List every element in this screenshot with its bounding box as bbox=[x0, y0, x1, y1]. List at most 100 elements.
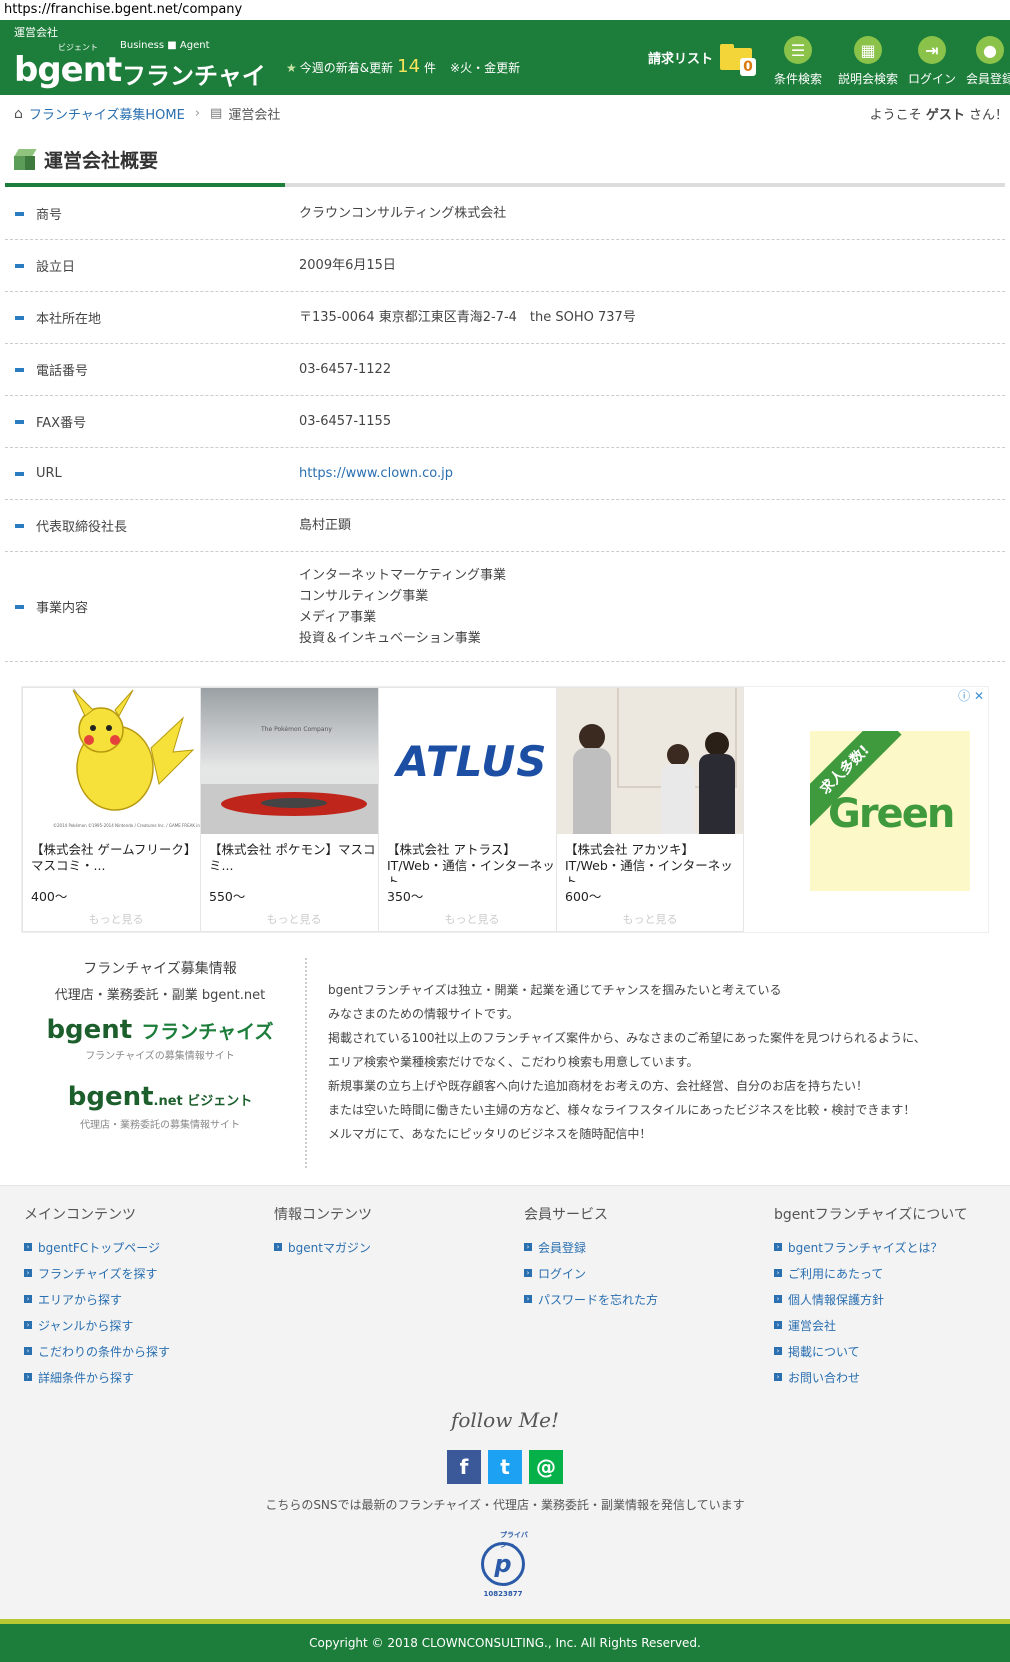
green-wordmark: Green bbox=[828, 791, 955, 837]
footer-link[interactable]: › 個人情報保護方針 bbox=[774, 1286, 1010, 1312]
weekly-news: ★ 今週の新着&更新 14 件 ※火・金更新 bbox=[286, 56, 520, 77]
logo-business-agent: Business ■ Agent bbox=[120, 40, 210, 51]
ad-title: 【株式会社 ゲームフリーク】マスコミ・... bbox=[31, 842, 197, 873]
footer-link[interactable]: › 会員登録 bbox=[524, 1234, 764, 1260]
table-row: 商号 クラウンコンサルティング株式会社 bbox=[5, 188, 1005, 240]
image-caption: The Pokémon Company bbox=[261, 726, 332, 733]
company-url-link[interactable]: https://www.clown.co.jp bbox=[299, 466, 453, 481]
bullet-icon bbox=[15, 523, 24, 528]
address-bar[interactable]: https://franchise.bgent.net/company bbox=[0, 0, 1010, 20]
ad-more-link[interactable]: もっと見る bbox=[23, 911, 209, 927]
document-icon: ▤ bbox=[210, 106, 223, 121]
ad-card[interactable]: 【株式会社 アカツキ】IT/Web・通信・インターネット... 600〜 もっと… bbox=[556, 687, 744, 932]
twitter-icon[interactable]: t bbox=[488, 1450, 522, 1484]
login-icon: ⇥ bbox=[918, 36, 946, 64]
arrow-icon: › bbox=[774, 1321, 782, 1329]
follow-heading: follow Me! bbox=[450, 1408, 560, 1432]
row-key: FAX番号 bbox=[36, 416, 87, 431]
arrow-icon: › bbox=[24, 1295, 32, 1303]
facebook-icon[interactable]: f bbox=[447, 1450, 481, 1484]
row-key: 電話番号 bbox=[36, 364, 89, 379]
about-line: 掲載されている100社以上のフランチャイズ案件から、みなさまのご希望にあった案件… bbox=[328, 1031, 926, 1045]
row-key: 商号 bbox=[36, 208, 63, 223]
nav-register[interactable]: ● 会員登録 bbox=[958, 36, 1010, 87]
job-ads: ©2014 Pokémon ©1995-2014 Nintendo / Crea… bbox=[21, 686, 989, 933]
bgent-franchise-logo[interactable]: bgent フランチャイズ bbox=[30, 1015, 290, 1045]
mail-icon[interactable]: @ bbox=[529, 1450, 563, 1484]
footer-link[interactable]: › ログイン bbox=[524, 1260, 764, 1286]
footer-link[interactable]: › お問い合わせ bbox=[774, 1364, 1010, 1390]
copyright-bar: Copyright © 2018 CLOWNCONSULTING., Inc. … bbox=[0, 1619, 1010, 1662]
ad-card[interactable]: The Pokémon Company 【株式会社 ポケモン】マスコミ... 5… bbox=[200, 687, 388, 932]
ad-card[interactable]: ATLUS 【株式会社 アトラス】IT/Web・通信・インターネット... 35… bbox=[378, 687, 566, 932]
ad-more-link[interactable]: もっと見る bbox=[201, 911, 387, 927]
nav-label: ログイン bbox=[907, 72, 956, 86]
footer-link[interactable]: › bgentFCトップページ bbox=[24, 1234, 264, 1260]
nav-login[interactable]: ⇥ ログイン bbox=[900, 36, 964, 87]
row-value: 〒135-0064 東京都江東区青海2-7-4 the SOHO 737号 bbox=[299, 310, 636, 325]
atlus-logo-image: ATLUS bbox=[379, 688, 565, 834]
footer-link[interactable]: › フランチャイズを探す bbox=[24, 1260, 264, 1286]
ad-title: 【株式会社 アトラス】IT/Web・通信・インターネット... bbox=[387, 842, 555, 882]
footer-column-title: 会員サービス bbox=[524, 1207, 608, 1223]
site-footer: メインコンテンツ › bgentFCトップページ › フランチャイズを探す › エリア… bbox=[0, 1185, 1010, 1619]
footer-link[interactable]: › パスワードを忘れた方 bbox=[524, 1286, 764, 1312]
logo-main: bgent bbox=[14, 50, 122, 90]
bullet-icon bbox=[15, 367, 24, 372]
about-line: エリア検索や業種検索だけでなく、こだわり検索も用意しています。 bbox=[328, 1055, 699, 1069]
home-icon: ⌂ bbox=[14, 105, 23, 122]
footer-link[interactable]: › ジャンルから探す bbox=[24, 1312, 264, 1338]
arrow-icon: › bbox=[774, 1269, 782, 1277]
breadcrumb-home[interactable]: フランチャイズ募集HOME bbox=[29, 104, 185, 123]
atlus-wordmark: ATLUS bbox=[396, 736, 548, 786]
image-caption: ©2014 Pokémon ©1995-2014 Nintendo / Crea… bbox=[53, 823, 204, 828]
footer-link[interactable]: › ご利用にあたって bbox=[774, 1260, 1010, 1286]
page-title-text: 運営会社概要 bbox=[44, 150, 159, 172]
footer-link[interactable]: › 詳細条件から探す bbox=[24, 1364, 264, 1390]
arrow-icon: › bbox=[24, 1321, 32, 1329]
table-row: 設立日 2009年6月15日 bbox=[5, 240, 1005, 292]
row-key: 設立日 bbox=[36, 260, 76, 275]
logo-main: bgent bbox=[67, 1082, 154, 1112]
breadcrumb: ⌂ フランチャイズ募集HOME › ▤ 運営会社 bbox=[14, 104, 280, 124]
ad-card[interactable]: ©2014 Pokémon ©1995-2014 Nintendo / Crea… bbox=[22, 687, 210, 932]
bullet-icon bbox=[15, 315, 24, 320]
ad-more-link[interactable]: もっと見る bbox=[557, 911, 743, 927]
footer-link[interactable]: › こだわりの条件から探す bbox=[24, 1338, 264, 1364]
business-line: 投資＆インキュベーション事業 bbox=[299, 630, 481, 646]
bullet-icon bbox=[15, 419, 24, 424]
green-ad-banner[interactable]: 求人多数! Green bbox=[810, 731, 970, 891]
header-small-label: 運営会社 bbox=[14, 26, 58, 39]
site-logo[interactable]: ビジェント Business ■ Agent bgent フランチャイズ bbox=[14, 40, 270, 125]
adchoices-icon[interactable]: ⓘ ✕ bbox=[958, 687, 984, 704]
nav-seminar-search[interactable]: ▦ 説明会検索 bbox=[836, 36, 900, 87]
request-count-badge: 0 bbox=[740, 58, 756, 76]
ad-more-link[interactable]: もっと見る bbox=[379, 911, 565, 927]
footer-link[interactable]: › bgentフランチャイズとは？ bbox=[774, 1234, 1010, 1260]
about-subtitle: 代理店・業務委託・副業 bgent.net bbox=[54, 988, 266, 1003]
ad-title: 【株式会社 アカツキ】IT/Web・通信・インターネット... bbox=[565, 842, 733, 882]
ad-salary: 600〜 bbox=[565, 889, 602, 904]
footer-column-title: 情報コンテンツ bbox=[274, 1207, 372, 1223]
footer-column: メインコンテンツ › bgentFCトップページ › フランチャイズを探す › エリア… bbox=[24, 1204, 264, 1390]
request-list-link[interactable]: 請求リスト bbox=[648, 48, 713, 67]
footer-link[interactable]: › 掲載について bbox=[774, 1338, 1010, 1364]
bgent-net-logo[interactable]: bgent.net ビジェント bbox=[30, 1082, 290, 1112]
footer-link[interactable]: › エリアから探す bbox=[24, 1286, 264, 1312]
page-title: 運営会社概要 bbox=[13, 146, 159, 173]
bullet-icon bbox=[15, 471, 24, 476]
about-line: または空いた時間に働きたい主婦の方など、様々なライフスタイルにあったビジネスを比… bbox=[328, 1103, 916, 1117]
folder-icon[interactable]: 0 bbox=[720, 42, 756, 76]
row-key: 事業内容 bbox=[36, 601, 89, 616]
row-value: クラウンコンサルティング株式会社 bbox=[299, 206, 507, 221]
footer-link[interactable]: › 運営会社 bbox=[774, 1312, 1010, 1338]
row-value: 島村正顕 bbox=[299, 518, 352, 533]
ad-salary: 350〜 bbox=[387, 889, 424, 904]
team-photo-image bbox=[557, 688, 743, 834]
footer-link[interactable]: › bgentマガジン bbox=[274, 1234, 514, 1260]
news-note: ※火・金更新 bbox=[450, 61, 521, 75]
nav-condition-search[interactable]: ☰ 条件検索 bbox=[766, 36, 830, 87]
privacy-mark-icon[interactable]: プライバシー p 10823877 bbox=[476, 1531, 530, 1598]
footer-column: 情報コンテンツ › bgentマガジン bbox=[274, 1204, 514, 1260]
about-logos: フランチャイズ募集情報 代理店・業務委託・副業 bgent.net bgent … bbox=[30, 958, 290, 1131]
